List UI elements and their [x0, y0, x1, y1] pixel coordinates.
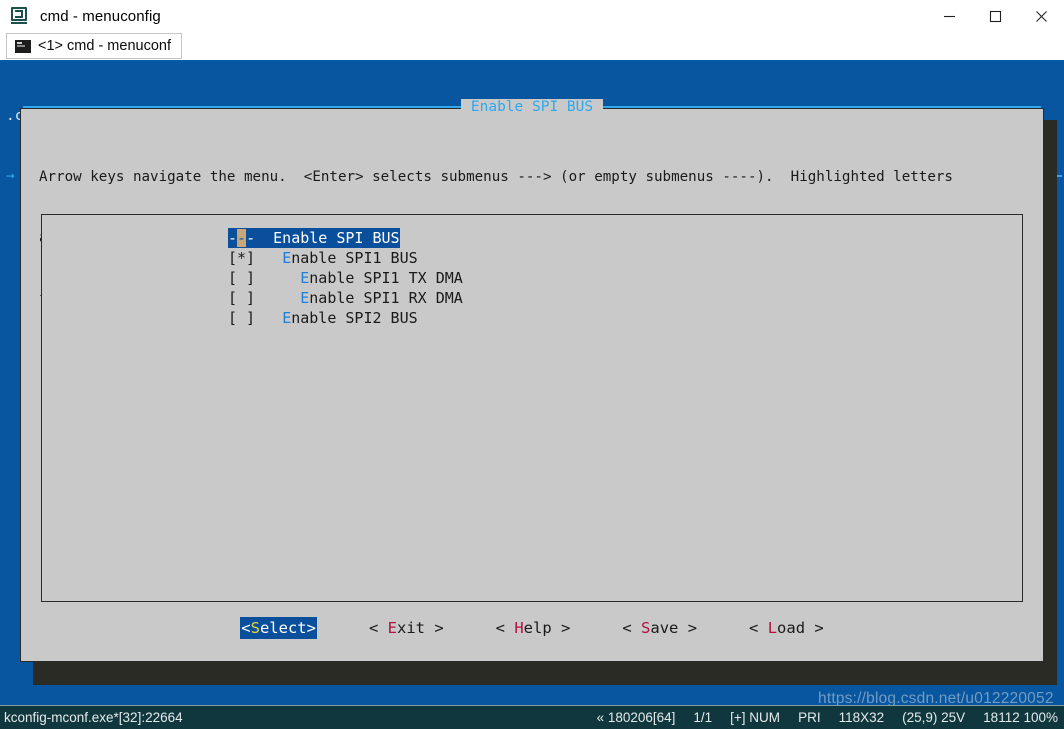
dialog-button-bar: <Select>< Exit >< Help >< Save >< Load > [41, 617, 1023, 639]
menu-item-checkbox[interactable]: [ ] [228, 289, 300, 307]
dialog-button-load[interactable]: < Load > [749, 617, 824, 639]
button-bracket-open: < [749, 619, 768, 637]
menu-item-checkbox[interactable]: [ ] [228, 309, 282, 327]
status-flags: [+] NUM [721, 710, 789, 725]
menu-item[interactable]: [*] Enable SPI1 BUS [228, 248, 463, 268]
menu-item-hotkey: E [300, 289, 309, 307]
button-hotkey: E [388, 619, 397, 637]
minimize-button[interactable] [926, 0, 972, 32]
button-bracket-close: > [307, 619, 316, 637]
conemu-window: cmd - menuconfig <1> cmd - menuconf Sear… [0, 0, 1064, 729]
menu-item-hotkey: E [300, 269, 309, 287]
menu-item-hotkey: E [282, 249, 291, 267]
status-priority: PRI [789, 710, 830, 725]
tab-strip: <1> cmd - menuconf Search [0, 32, 1064, 60]
menu-list-panel[interactable]: --- Enable SPI BUS[*] Enable SPI1 BUS[ ]… [41, 214, 1023, 602]
status-memory: 18112 100% [974, 710, 1064, 725]
button-label: oad [777, 619, 805, 637]
button-bracket-open: < [241, 619, 250, 637]
menu-item-label: nable SPI1 TX DMA [309, 269, 463, 287]
menu-item[interactable]: [ ] Enable SPI1 RX DMA [228, 288, 463, 308]
button-bracket-open: < [369, 619, 388, 637]
menu-item-prefix-tail: - [246, 229, 255, 247]
status-tabs-count: 1/1 [684, 710, 721, 725]
tab-label: <1> cmd - menuconf [38, 38, 171, 54]
button-bracket-close: > [425, 619, 444, 637]
button-bracket-close: > [552, 619, 571, 637]
button-label: elp [524, 619, 552, 637]
window-controls [926, 0, 1064, 32]
button-label: ave [650, 619, 678, 637]
help-line-1: Arrow keys navigate the menu. <Enter> se… [39, 167, 953, 187]
dialog-button-select[interactable]: <Select> [240, 617, 317, 639]
menu-item-label: nable SPI1 RX DMA [309, 289, 463, 307]
window-title: cmd - menuconfig [40, 8, 161, 25]
terminal-cursor: - [237, 229, 246, 247]
status-right-group: « 180206[64] 1/1 [+] NUM PRI 118X32 (25,… [588, 710, 1064, 725]
tab-cmd-menuconf[interactable]: <1> cmd - menuconf [6, 33, 182, 59]
menu-item[interactable]: [ ] Enable SPI2 BUS [228, 308, 463, 328]
button-bracket-close: > [678, 619, 697, 637]
menu-item-checkbox[interactable]: [ ] [228, 269, 300, 287]
status-process: kconfig-mconf.exe*[32]:22664 [4, 710, 183, 725]
menu-item[interactable]: --- Enable SPI BUS [228, 228, 400, 248]
button-label: elect [260, 619, 307, 637]
menu-item-prefix: - [228, 229, 237, 247]
button-bracket-open: < [622, 619, 641, 637]
button-bracket-open: < [496, 619, 515, 637]
button-hotkey: H [514, 619, 523, 637]
menu-item-hotkey: E [282, 309, 291, 327]
status-cursor: (25,9) 25V [893, 710, 974, 725]
menu-item-checkbox[interactable]: [*] [228, 249, 282, 267]
status-size: 118X32 [830, 710, 894, 725]
menuconfig-dialog: Enable SPI BUS Arrow keys navigate the m… [20, 108, 1044, 662]
menu-item-label: nable SPI1 BUS [291, 249, 417, 267]
menu-item-label: Enable SPI BUS [255, 229, 400, 247]
button-label: xit [397, 619, 425, 637]
menu-item[interactable]: [ ] Enable SPI1 TX DMA [228, 268, 463, 288]
menu-item-label: nable SPI2 BUS [291, 309, 417, 327]
button-bracket-close: > [805, 619, 824, 637]
console-window-icon [10, 6, 30, 26]
menu-list: --- Enable SPI BUS[*] Enable SPI1 BUS[ ]… [228, 228, 463, 328]
dialog-button-exit[interactable]: < Exit > [369, 617, 444, 639]
window-titlebar: cmd - menuconfig [0, 0, 1064, 32]
maximize-button[interactable] [972, 0, 1018, 32]
close-button[interactable] [1018, 0, 1064, 32]
status-bar: kconfig-mconf.exe*[32]:22664 « 180206[64… [0, 705, 1064, 729]
dialog-button-save[interactable]: < Save > [622, 617, 697, 639]
status-build: « 180206[64] [588, 710, 685, 725]
button-hotkey: S [251, 619, 260, 637]
console-icon [15, 40, 31, 53]
button-hotkey: S [641, 619, 650, 637]
button-hotkey: L [768, 619, 777, 637]
dialog-button-help[interactable]: < Help > [496, 617, 571, 639]
